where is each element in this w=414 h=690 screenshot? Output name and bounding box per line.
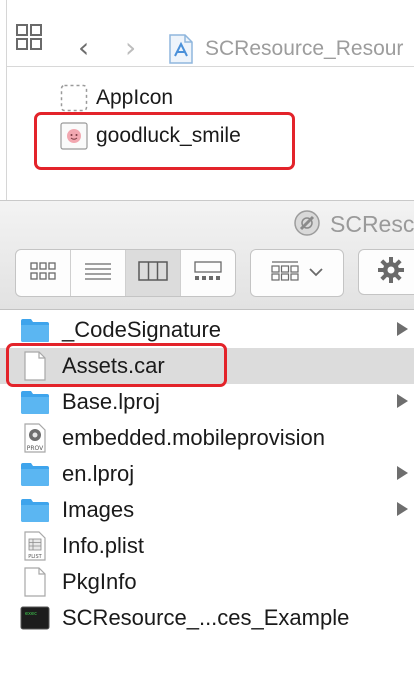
breadcrumb[interactable]: SCResource_Resour: [205, 37, 403, 61]
file-row-images[interactable]: Images: [0, 492, 414, 528]
highlight-box-goodluck-smile: [34, 112, 295, 170]
column-view-button[interactable]: [126, 250, 181, 296]
terminal-executable-icon: exec: [20, 603, 50, 633]
disclosure-arrow-icon[interactable]: [397, 394, 408, 408]
asset-label: AppIcon: [96, 86, 174, 109]
highlight-box-assets-car: [6, 343, 227, 387]
disclosure-arrow-icon[interactable]: [397, 502, 408, 516]
file-name: _CodeSignature: [62, 317, 222, 342]
file-row-pkginfo[interactable]: PkgInfo: [0, 564, 414, 600]
disclosure-arrow-icon[interactable]: [397, 466, 408, 480]
gear-icon: [377, 256, 405, 289]
file-row-en-lproj[interactable]: en.lproj: [0, 456, 414, 492]
xcode-asset-catalog-pane: ‹ › SCResource_Resour AppIcon goodluck_s…: [0, 0, 414, 200]
related-items-grid-icon[interactable]: [16, 24, 42, 55]
arrange-button[interactable]: [250, 249, 344, 297]
icon-view-icon: [30, 261, 56, 285]
file-name: embedded.mobileprovision: [62, 425, 325, 450]
window-title: SCResc: [330, 211, 414, 237]
document-icon: [20, 567, 50, 597]
file-name: Base.lproj: [62, 389, 160, 414]
view-mode-segmented-control[interactable]: [15, 249, 236, 297]
folder-icon: [20, 315, 50, 345]
file-name: PkgInfo: [62, 569, 137, 594]
action-button[interactable]: [358, 249, 414, 295]
finder-window: SCResc _CodeSignature Assets.car Base.lp…: [0, 200, 414, 690]
back-chevron-icon[interactable]: ‹: [78, 34, 89, 62]
folder-icon: [20, 459, 50, 489]
file-row-info-plist[interactable]: PLIST Info.plist: [0, 528, 414, 564]
file-name: SCResource_...ces_Example: [62, 605, 350, 630]
prov-badge: PROV: [27, 445, 44, 452]
column-view-icon: [138, 260, 168, 286]
arrange-grid-icon: [271, 260, 299, 286]
provisioning-profile-icon: PROV: [20, 423, 50, 453]
exec-badge: exec: [25, 611, 37, 617]
list-view-button[interactable]: [71, 250, 126, 296]
gallery-view-icon: [194, 260, 222, 286]
file-row-embedded-mobileprovision[interactable]: PROV embedded.mobileprovision: [0, 420, 414, 456]
file-name: en.lproj: [62, 461, 135, 486]
gallery-view-button[interactable]: [181, 250, 235, 296]
chevron-down-icon: [309, 264, 323, 282]
file-row-base-lproj[interactable]: Base.lproj: [0, 384, 414, 420]
forward-chevron-icon[interactable]: ›: [125, 34, 136, 62]
file-name: Info.plist: [62, 533, 144, 558]
folder-icon: [20, 495, 50, 525]
app-bundle-icon: [292, 208, 322, 243]
plist-badge: PLIST: [28, 554, 42, 560]
finder-toolbar: SCResc: [0, 200, 414, 310]
folder-icon: [20, 387, 50, 417]
disclosure-arrow-icon[interactable]: [397, 322, 408, 336]
list-view-icon: [84, 262, 112, 285]
xcassets-file-icon: [167, 34, 195, 69]
plist-file-icon: PLIST: [20, 531, 50, 561]
file-name: Images: [62, 497, 135, 522]
file-row-executable[interactable]: exec SCResource_...ces_Example: [0, 600, 414, 636]
icon-view-button[interactable]: [16, 250, 71, 296]
